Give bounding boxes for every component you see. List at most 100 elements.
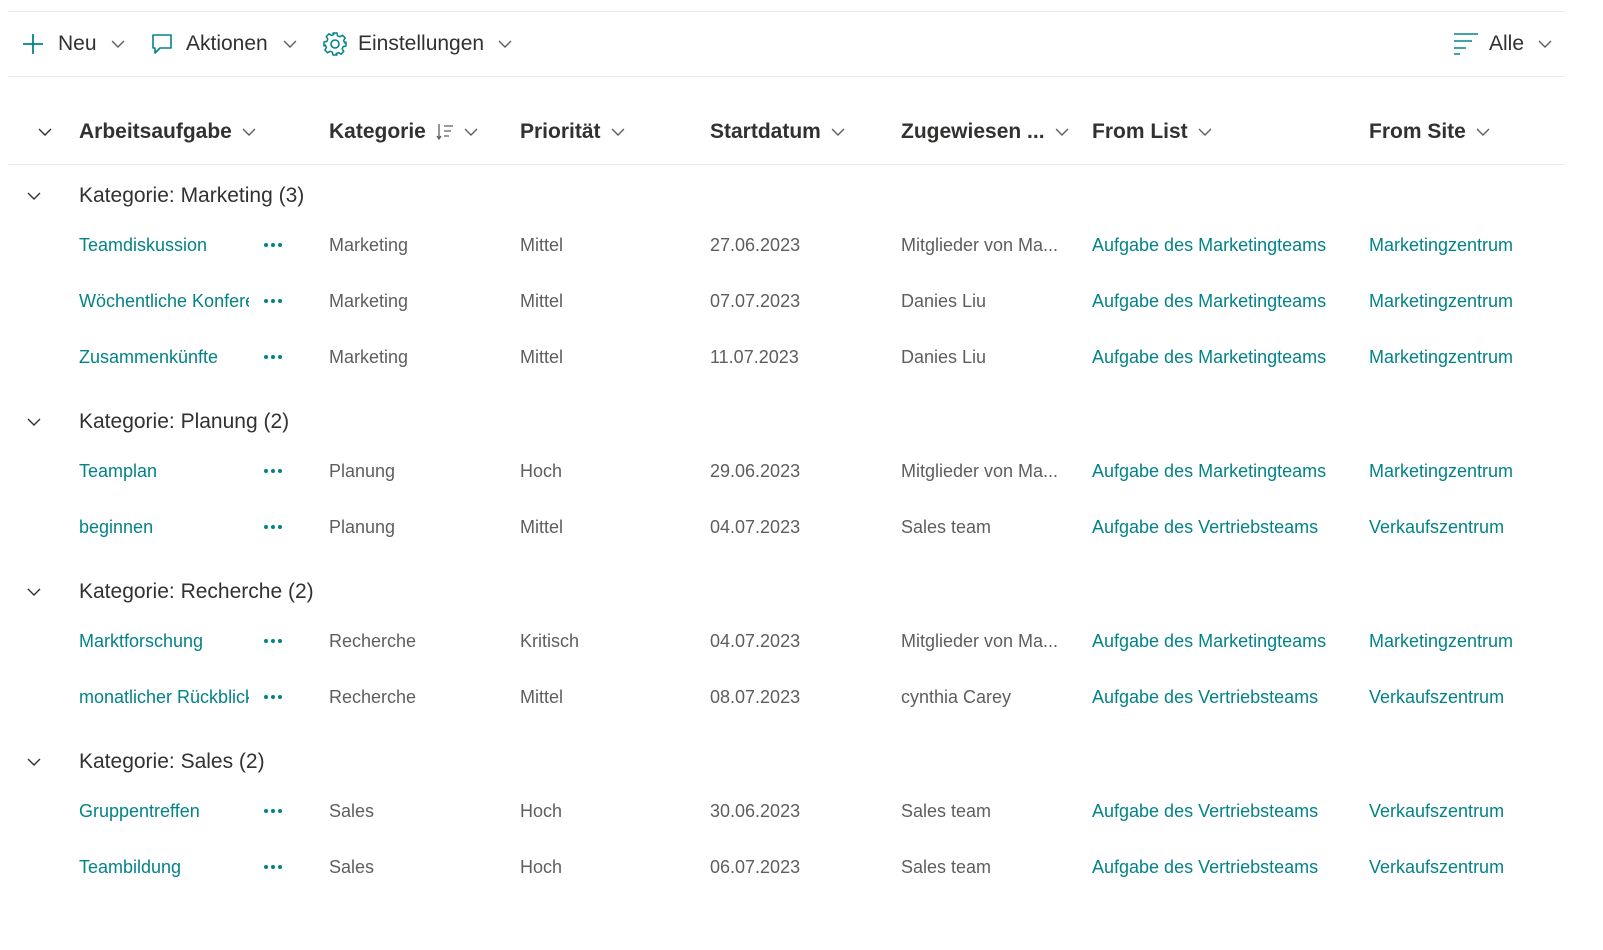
table-row[interactable]: Teambildung Sales Hoch 06.07.2023 Sales … (8, 839, 1565, 895)
more-options-icon[interactable] (261, 345, 285, 369)
chevron-down-icon (27, 758, 41, 766)
column-header-title[interactable]: Arbeitsaufgabe (79, 100, 256, 164)
group-header-sales: Kategorie: Sales (2) (8, 738, 1565, 786)
cell-from-list-link[interactable]: Aufgabe des Vertriebsteams (1092, 783, 1352, 839)
group-collapse-toggle[interactable] (22, 410, 46, 434)
more-options-icon[interactable] (261, 799, 285, 823)
cell-category: Planung (329, 517, 396, 537)
plus-icon (22, 33, 44, 55)
column-header-from-list-label: From List (1092, 120, 1188, 143)
cell-from-list-link[interactable]: Aufgabe des Marketingteams (1092, 329, 1352, 385)
item-title-link[interactable]: Marktforschung (79, 613, 249, 669)
more-options-icon[interactable] (261, 855, 285, 879)
table-row[interactable]: Wöchentliche Konferenz Marketing Mittel … (8, 273, 1565, 329)
table-row[interactable]: Zusammenkünfte Marketing Mittel 11.07.20… (8, 329, 1565, 385)
cell-from-site-link[interactable]: Marketingzentrum (1369, 613, 1569, 669)
cell-start-date: 04.07.2023 (710, 631, 801, 651)
cell-from-list-link[interactable]: Aufgabe des Marketingteams (1092, 613, 1352, 669)
cell-from-site-link[interactable]: Marketingzentrum (1369, 217, 1569, 273)
cell-priority: Mittel (520, 517, 564, 537)
table-row[interactable]: beginnen Planung Mittel 04.07.2023 Sales… (8, 499, 1565, 555)
view-switcher-button[interactable]: Alle (1453, 12, 1552, 76)
item-title-link[interactable]: Wöchentliche Konferenz (79, 273, 249, 329)
group-title: Kategorie: Sales (2) (79, 750, 265, 773)
item-title-link[interactable]: Teamdiskussion (79, 217, 249, 273)
comment-icon (151, 33, 173, 55)
new-button[interactable]: Neu (22, 12, 125, 76)
chevron-down-icon (611, 127, 625, 137)
column-header-assigned[interactable]: Zugewiesen ... (901, 100, 1069, 164)
filter-lines-icon (1453, 32, 1479, 56)
chevron-down-icon (27, 192, 41, 200)
chevron-down-icon (27, 588, 41, 596)
settings-button[interactable]: Einstellungen (322, 12, 512, 76)
cell-priority: Mittel (520, 687, 564, 707)
chevron-down-icon (464, 127, 478, 137)
more-options-icon[interactable] (261, 289, 285, 313)
more-options-icon[interactable] (261, 685, 285, 709)
column-header-priority[interactable]: Priorität (520, 100, 625, 164)
cell-assigned: cynthia Carey (901, 687, 1012, 707)
more-options-icon[interactable] (261, 233, 285, 257)
chevron-down-icon (283, 39, 297, 49)
cell-category: Recherche (329, 631, 417, 651)
column-header-start-date[interactable]: Startdatum (710, 100, 845, 164)
cell-assigned: Sales team (901, 801, 992, 821)
group-title: Kategorie: Planung (2) (79, 410, 290, 433)
table-row[interactable]: Marktforschung Recherche Kritisch 04.07.… (8, 613, 1565, 669)
group-header-marketing: Kategorie: Marketing (3) (8, 172, 1565, 220)
cell-from-list-link[interactable]: Aufgabe des Vertriebsteams (1092, 669, 1352, 725)
more-options-icon[interactable] (261, 515, 285, 539)
cell-priority: Mittel (520, 291, 564, 311)
item-title-link[interactable]: Teamplan (79, 443, 249, 499)
actions-button[interactable]: Aktionen (151, 12, 297, 76)
column-header-category[interactable]: Kategorie (329, 100, 478, 164)
item-title-link[interactable]: beginnen (79, 499, 249, 555)
group-title: Kategorie: Marketing (3) (79, 184, 305, 207)
cell-start-date: 06.07.2023 (710, 857, 801, 877)
cell-from-site-link[interactable]: Marketingzentrum (1369, 329, 1569, 385)
gear-icon (322, 31, 348, 57)
cell-from-list-link[interactable]: Aufgabe des Vertriebsteams (1092, 839, 1352, 895)
new-button-label: Neu (58, 32, 97, 55)
cell-from-site-link[interactable]: Verkaufszentrum (1369, 783, 1569, 839)
column-header-from-site[interactable]: From Site (1369, 100, 1490, 164)
cell-from-list-link[interactable]: Aufgabe des Marketingteams (1092, 217, 1352, 273)
item-title-link[interactable]: monatlicher Rückblick (79, 669, 249, 725)
table-row[interactable]: Teamdiskussion Marketing Mittel 27.06.20… (8, 217, 1565, 273)
cell-from-list-link[interactable]: Aufgabe des Vertriebsteams (1092, 499, 1352, 555)
cell-priority: Hoch (520, 461, 563, 481)
cell-start-date: 07.07.2023 (710, 291, 801, 311)
table-row[interactable]: Teamplan Planung Hoch 29.06.2023 Mitglie… (8, 443, 1565, 499)
more-options-icon[interactable] (261, 459, 285, 483)
table-row[interactable]: monatlicher Rückblick Recherche Mittel 0… (8, 669, 1565, 725)
cell-from-list-link[interactable]: Aufgabe des Marketingteams (1092, 443, 1352, 499)
chevron-down-icon (38, 127, 52, 137)
cell-priority: Hoch (520, 857, 563, 877)
item-title-link[interactable]: Gruppentreffen (79, 783, 249, 839)
more-options-icon[interactable] (261, 629, 285, 653)
list-header: Arbeitsaufgabe Kategorie Priorität Start… (8, 100, 1565, 165)
column-header-assigned-label: Zugewiesen ... (901, 120, 1045, 143)
cell-from-site-link[interactable]: Verkaufszentrum (1369, 839, 1569, 895)
group-collapse-toggle[interactable] (22, 184, 46, 208)
table-row[interactable]: Gruppentreffen Sales Hoch 30.06.2023 Sal… (8, 783, 1565, 839)
group-collapse-toggle[interactable] (22, 580, 46, 604)
chevron-down-icon (27, 418, 41, 426)
cell-from-site-link[interactable]: Verkaufszentrum (1369, 499, 1569, 555)
cell-category: Sales (329, 801, 375, 821)
cell-from-site-link[interactable]: Marketingzentrum (1369, 273, 1569, 329)
cell-from-site-link[interactable]: Verkaufszentrum (1369, 669, 1569, 725)
cell-from-list-link[interactable]: Aufgabe des Marketingteams (1092, 273, 1352, 329)
cell-category: Marketing (329, 291, 409, 311)
item-title-link[interactable]: Zusammenkünfte (79, 329, 249, 385)
cell-assigned: Danies Liu (901, 347, 987, 367)
group-collapse-toggle[interactable] (22, 750, 46, 774)
chevron-down-icon (1055, 127, 1069, 137)
collapse-all-groups-button[interactable] (28, 100, 52, 164)
view-switcher-label: Alle (1489, 32, 1525, 55)
item-title-link[interactable]: Teambildung (79, 839, 249, 895)
cell-from-site-link[interactable]: Marketingzentrum (1369, 443, 1569, 499)
column-header-from-list[interactable]: From List (1092, 100, 1212, 164)
chevron-down-icon (498, 39, 512, 49)
